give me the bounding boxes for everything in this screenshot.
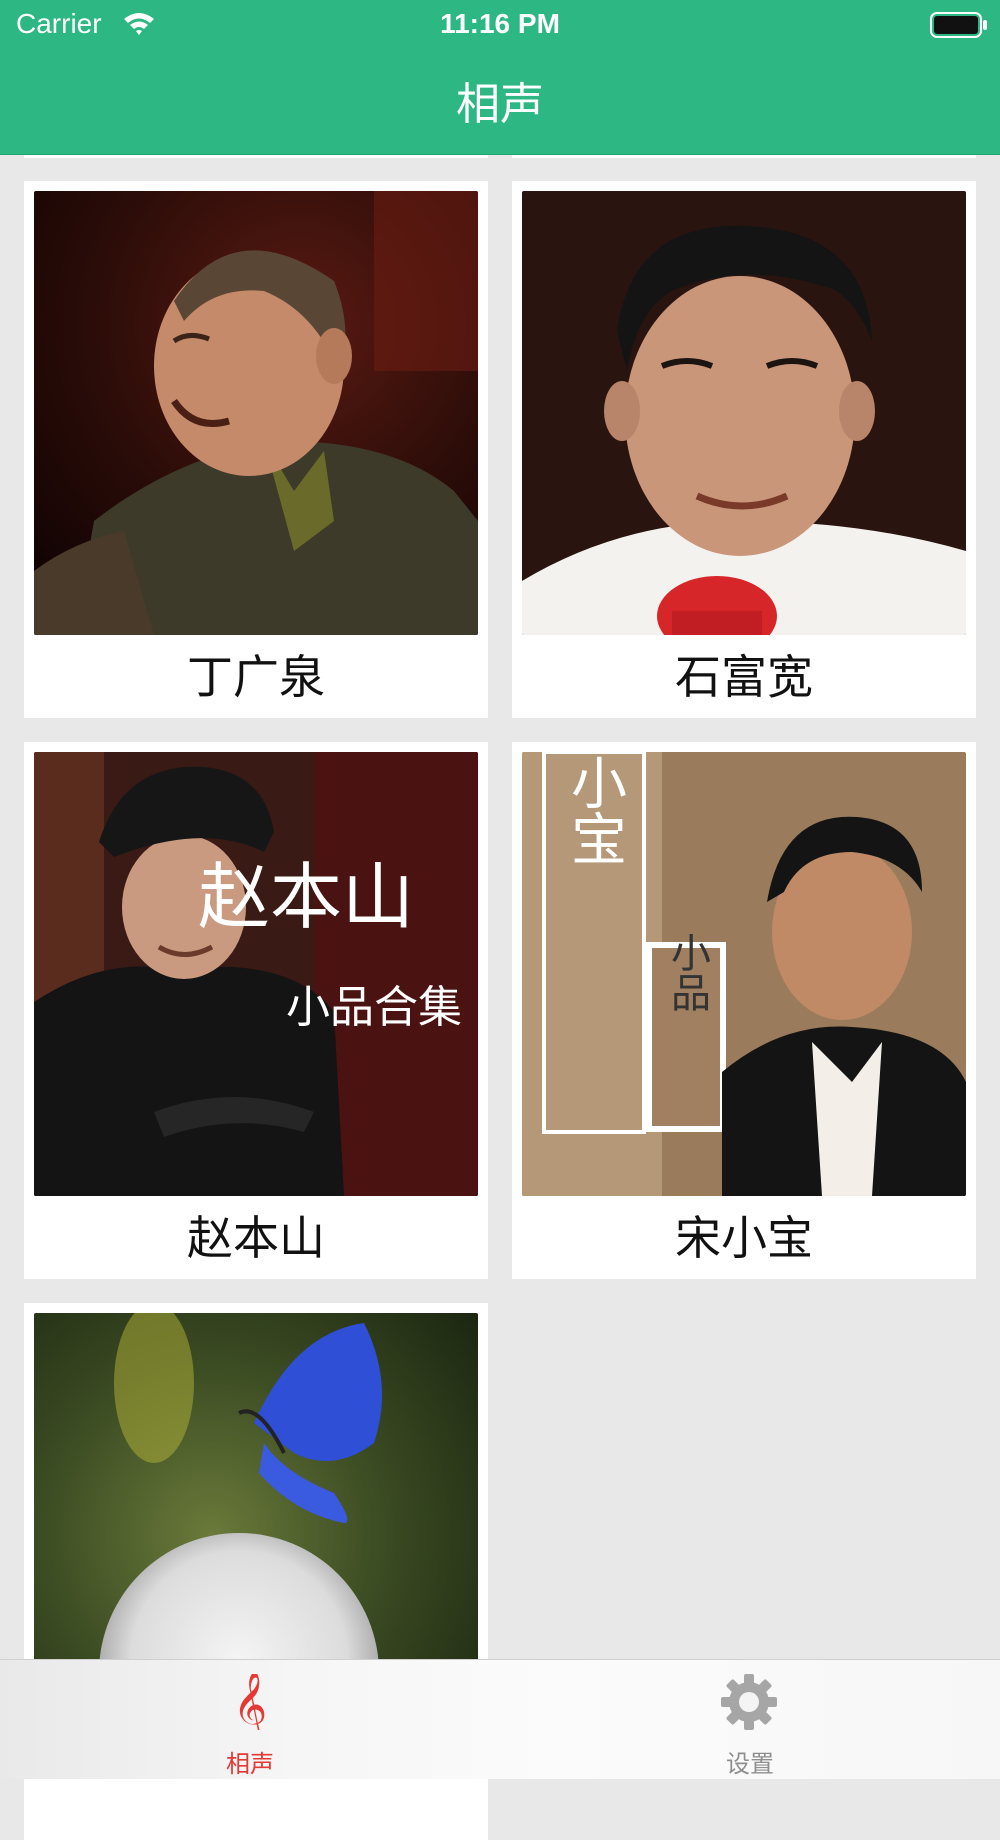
- performer-card-zhao-benshan[interactable]: 赵本山 小品合集 赵本山: [24, 742, 488, 1279]
- overlay-title: 赵本山: [198, 855, 414, 939]
- performer-name: 石富宽: [675, 650, 813, 704]
- song-xiaobao-photo: 宋小宝 小品: [522, 752, 966, 1196]
- tab-xiangsheng[interactable]: 𝄞 相声: [0, 1660, 500, 1779]
- overlay-subtitle: 小品: [664, 932, 710, 1012]
- performer-card-ding-guangquan[interactable]: 丁广泉: [24, 181, 488, 718]
- svg-text:𝄞: 𝄞: [233, 1674, 267, 1730]
- navigation-bar: Carrier 11:16 PM 相声: [0, 0, 1000, 155]
- performer-name: 丁广泉: [187, 650, 325, 704]
- status-bar: Carrier 11:16 PM: [0, 0, 1000, 52]
- performer-card-shi-fukuan[interactable]: 石富宽: [512, 181, 976, 718]
- tab-label: 设置: [726, 1750, 774, 1778]
- zhao-benshan-photo: 赵本山 小品合集: [34, 752, 478, 1196]
- tab-settings[interactable]: 设置: [500, 1660, 1000, 1779]
- overlay-subtitle: 小品合集: [286, 982, 462, 1033]
- treble-clef-icon: 𝄞: [0, 1670, 500, 1741]
- performer-name: 宋小宝: [675, 1211, 813, 1265]
- performer-card-song-xiaobao[interactable]: 宋小宝 小品 宋小宝: [512, 742, 976, 1279]
- gear-icon: [500, 1674, 1000, 1730]
- shi-fukuan-photo: [522, 191, 966, 635]
- tab-bar: 𝄞 相声 设置: [0, 1659, 1000, 1779]
- battery-icon: [930, 12, 988, 42]
- ding-guangquan-photo: [34, 191, 478, 635]
- status-time: 11:16 PM: [440, 8, 560, 39]
- performer-name: 赵本山: [187, 1211, 325, 1265]
- performer-grid: 丁广泉 石富宽 赵本山 小品合集 赵本山 宋小宝 小品 宋小宝: [0, 0, 1000, 1840]
- overlay-title: 宋小宝: [562, 752, 627, 866]
- page-title: 相声: [456, 79, 544, 130]
- tab-label: 相声: [226, 1750, 274, 1778]
